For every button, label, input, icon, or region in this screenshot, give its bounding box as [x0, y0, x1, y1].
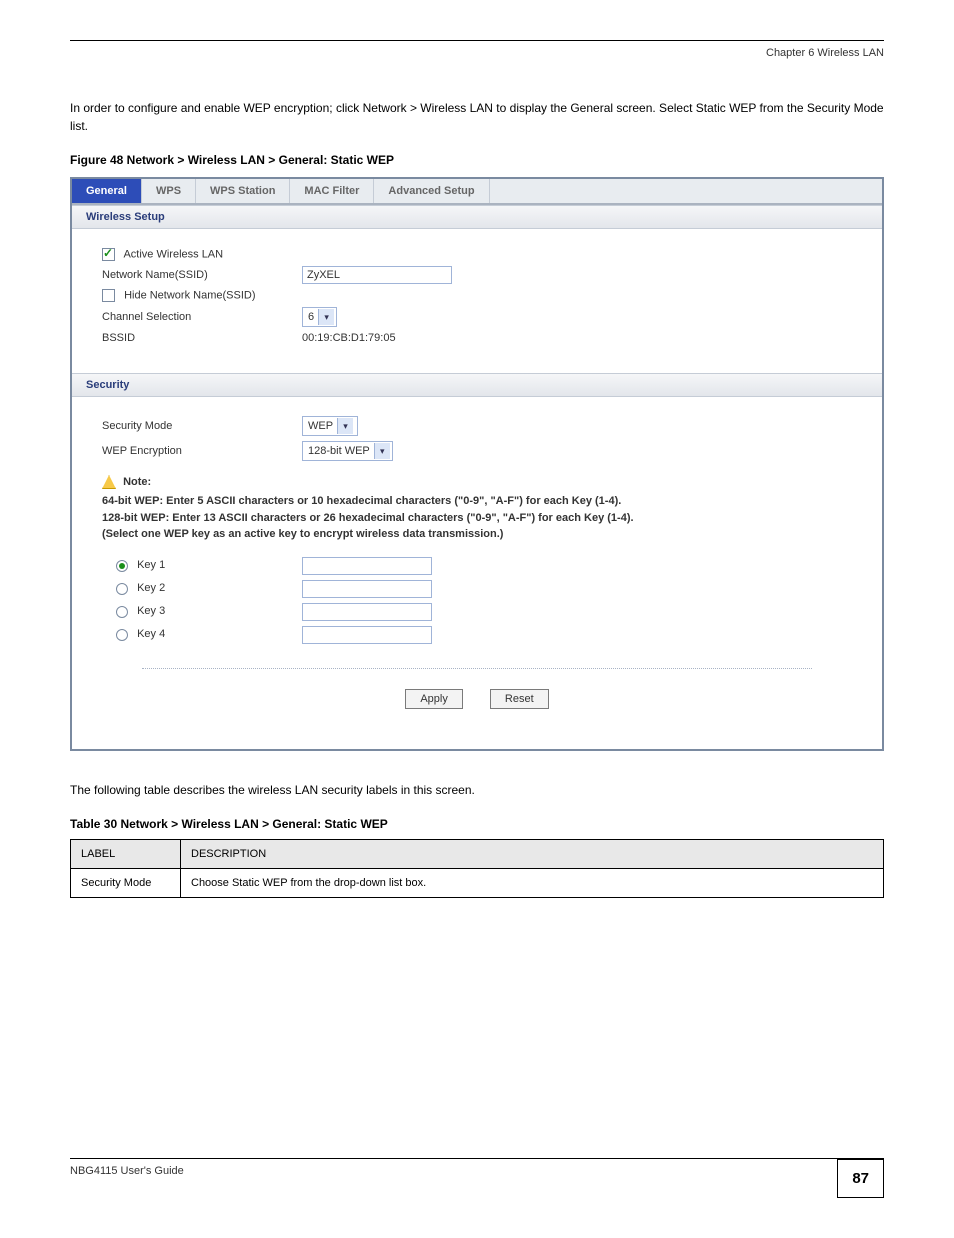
- channel-label: Channel Selection: [102, 311, 302, 323]
- table-header-description: DESCRIPTION: [181, 839, 884, 868]
- table-title: Table 30 Network > Wireless LAN > Genera…: [70, 817, 884, 831]
- hide-ssid-label: Hide Network Name(SSID): [124, 289, 255, 301]
- wep-encryption-select[interactable]: 128-bit WEP ▾: [302, 441, 393, 461]
- intro-paragraph: In order to configure and enable WEP enc…: [70, 99, 884, 135]
- table-cell-label: Security Mode: [71, 868, 181, 897]
- tab-mac-filter[interactable]: MAC Filter: [290, 179, 374, 203]
- note-line-1: 64-bit WEP: Enter 5 ASCII characters or …: [102, 493, 852, 510]
- key3-radio[interactable]: [116, 606, 128, 618]
- router-ui-panel: General WPS WPS Station MAC Filter Advan…: [70, 177, 884, 751]
- channel-value: 6: [308, 311, 314, 323]
- reset-button[interactable]: Reset: [490, 689, 549, 709]
- tab-general[interactable]: General: [72, 179, 142, 203]
- chevron-down-icon: ▾: [318, 309, 334, 325]
- post-figure-text: The following table describes the wirele…: [70, 781, 884, 799]
- key1-input[interactable]: [302, 557, 432, 575]
- wireless-setup-header: Wireless Setup: [72, 205, 882, 229]
- wep-encryption-label: WEP Encryption: [102, 445, 302, 457]
- bssid-value: 00:19:CB:D1:79:05: [302, 332, 852, 344]
- wep-encryption-value: 128-bit WEP: [308, 445, 370, 457]
- tab-wps[interactable]: WPS: [142, 179, 196, 203]
- footer-doc-title: NBG4115 User's Guide: [70, 1165, 184, 1177]
- security-mode-select[interactable]: WEP ▾: [302, 416, 358, 436]
- hide-ssid-checkbox[interactable]: [102, 289, 115, 302]
- active-wireless-checkbox[interactable]: [102, 248, 115, 261]
- figure-title: Figure 48 Network > Wireless LAN > Gener…: [70, 153, 884, 167]
- key2-radio[interactable]: [116, 583, 128, 595]
- key1-label: Key 1: [137, 559, 165, 571]
- key3-label: Key 3: [137, 605, 165, 617]
- key2-label: Key 2: [137, 582, 165, 594]
- chevron-down-icon: ▾: [374, 443, 390, 459]
- chapter-header: Chapter 6 Wireless LAN: [70, 47, 884, 59]
- note-line-3: (Select one WEP key as an active key to …: [102, 526, 852, 543]
- table-row: Security Mode Choose Static WEP from the…: [71, 868, 884, 897]
- key4-input[interactable]: [302, 626, 432, 644]
- key1-radio[interactable]: [116, 560, 128, 572]
- bssid-label: BSSID: [102, 332, 302, 344]
- note-icon: [102, 475, 116, 489]
- table-cell-description: Choose Static WEP from the drop-down lis…: [181, 868, 884, 897]
- active-wireless-label: Active Wireless LAN: [123, 248, 223, 260]
- ssid-label: Network Name(SSID): [102, 269, 302, 281]
- channel-select[interactable]: 6 ▾: [302, 307, 337, 327]
- chevron-down-icon: ▾: [337, 418, 353, 434]
- key2-input[interactable]: [302, 580, 432, 598]
- apply-button[interactable]: Apply: [405, 689, 463, 709]
- table-header-label: LABEL: [71, 839, 181, 868]
- description-table: LABEL DESCRIPTION Security Mode Choose S…: [70, 839, 884, 898]
- key4-radio[interactable]: [116, 629, 128, 641]
- security-header: Security: [72, 373, 882, 397]
- security-mode-value: WEP: [308, 420, 333, 432]
- page-number: 87: [837, 1159, 884, 1198]
- tab-wps-station[interactable]: WPS Station: [196, 179, 290, 203]
- tab-advanced-setup[interactable]: Advanced Setup: [374, 179, 489, 203]
- tab-bar: General WPS WPS Station MAC Filter Advan…: [72, 179, 882, 205]
- security-mode-label: Security Mode: [102, 420, 302, 432]
- note-label: Note:: [123, 476, 151, 488]
- key3-input[interactable]: [302, 603, 432, 621]
- key4-label: Key 4: [137, 628, 165, 640]
- note-line-2: 128-bit WEP: Enter 13 ASCII characters o…: [102, 510, 852, 527]
- ssid-input[interactable]: [302, 266, 452, 284]
